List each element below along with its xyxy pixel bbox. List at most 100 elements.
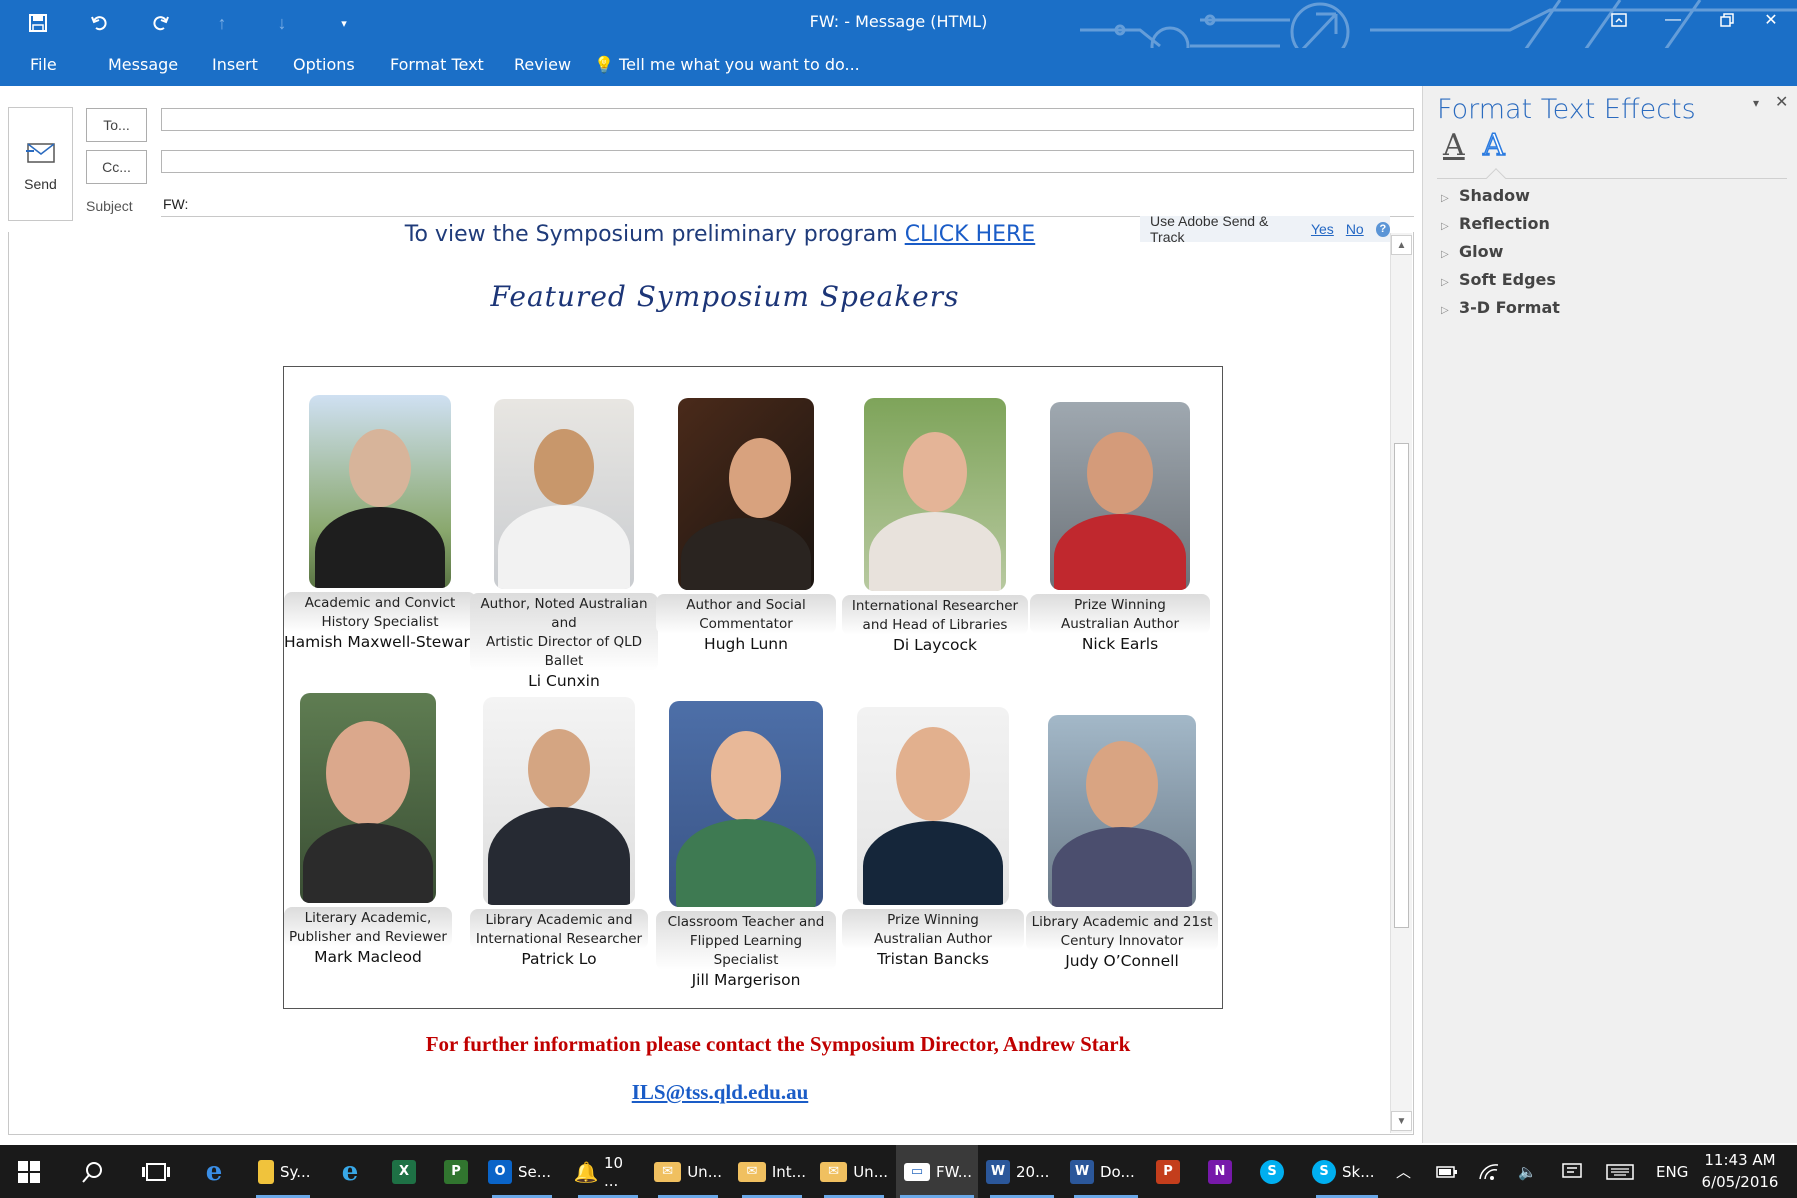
taskbar-item-label: Sk... xyxy=(1342,1162,1375,1181)
speaker-caption: Classroom Teacher and Flipped Learning Sp… xyxy=(656,911,836,970)
taskbar-item-mail-2[interactable]: ✉ Int... xyxy=(738,1145,806,1198)
mail-envelope-icon: ✉ xyxy=(654,1161,682,1182)
onenote-icon[interactable]: N xyxy=(1208,1145,1238,1198)
section-shadow[interactable]: ▷ Shadow xyxy=(1441,186,1530,205)
section-glow[interactable]: ▷ Glow xyxy=(1441,242,1503,261)
taskbar-item-word-2[interactable]: W Do... xyxy=(1070,1145,1142,1198)
format-text-effects-pane: Format Text Effects ▾ ✕ A A ▷ Shadow ▷ Ref… xyxy=(1422,86,1797,1143)
tab-file[interactable]: File xyxy=(30,55,57,74)
caption-line: Author and Social xyxy=(686,597,806,613)
tell-me-search[interactable]: 💡 Tell me what you want to do... xyxy=(594,55,860,74)
close-icon[interactable]: ✕ xyxy=(1744,0,1797,40)
speaker-caption: Library Academic and International Resear… xyxy=(470,909,648,949)
speaker-torso xyxy=(1054,514,1186,590)
subject-input[interactable]: FW: xyxy=(163,196,188,212)
taskbar-item-reminder[interactable]: 🔔 10 ... xyxy=(574,1145,642,1198)
adobe-send-track-label: Use Adobe Send & Track xyxy=(1150,213,1269,245)
tab-message[interactable]: Message xyxy=(108,55,178,74)
speaker-head xyxy=(349,429,411,507)
scroll-thumb[interactable] xyxy=(1394,443,1409,928)
excel-icon[interactable]: X xyxy=(392,1145,422,1198)
adobe-no-link[interactable]: No xyxy=(1346,221,1364,237)
message-window-icon: ▭ xyxy=(904,1162,930,1181)
minimize-icon[interactable]: — xyxy=(1646,0,1700,40)
text-fill-outline-icon[interactable]: A xyxy=(1443,128,1465,163)
scroll-up-icon[interactable]: ▲ xyxy=(1391,235,1412,255)
speaker-photo xyxy=(483,697,635,905)
clock[interactable]: 11:43 AM 6/05/2016 xyxy=(1690,1149,1790,1193)
speaker-caption: Author, Noted Australian and Artistic Dir… xyxy=(470,593,658,671)
caption-line: Academic and Convict xyxy=(304,595,456,611)
tab-format-text[interactable]: Format Text xyxy=(390,55,484,74)
internet-explorer-icon[interactable]: e xyxy=(338,1145,368,1198)
section-label: Soft Edges xyxy=(1459,270,1556,289)
speakers-grid: Academic and Convict History Specialist H… xyxy=(283,366,1223,1009)
speaker-photo xyxy=(857,707,1009,905)
search-icon[interactable] xyxy=(82,1145,104,1198)
section-reflection[interactable]: ▷ Reflection xyxy=(1441,214,1550,233)
speaker-torso xyxy=(863,821,1003,905)
powerpoint-icon[interactable]: P xyxy=(1156,1145,1186,1198)
caption-line: Australian Author xyxy=(873,931,992,947)
ribbon-display-icon[interactable] xyxy=(1592,0,1646,40)
mail-envelope-icon: ✉ xyxy=(820,1161,848,1182)
taskbar-item-message-window[interactable]: ▭ FW... xyxy=(896,1145,978,1198)
edge-icon[interactable]: e xyxy=(202,1145,232,1198)
show-hidden-icons-icon[interactable]: ︿ xyxy=(1396,1145,1411,1198)
wifi-icon[interactable] xyxy=(1478,1145,1500,1198)
section-3d-format[interactable]: ▷ 3-D Format xyxy=(1441,298,1560,317)
taskbar-item-label: 10 ... xyxy=(604,1153,624,1190)
pane-close-icon[interactable]: ✕ xyxy=(1775,92,1788,112)
volume-icon[interactable]: 🔈 xyxy=(1518,1145,1537,1198)
task-view-icon[interactable] xyxy=(142,1145,170,1198)
cc-input[interactable] xyxy=(161,150,1414,173)
caption-line: International Researcher xyxy=(851,598,1019,614)
project-icon[interactable]: P xyxy=(444,1145,474,1198)
speaker-name: Nick Earls xyxy=(1081,635,1159,653)
skype-icon[interactable]: S xyxy=(1260,1145,1290,1198)
pane-title: Format Text Effects xyxy=(1437,94,1696,125)
taskbar-item-mail-3[interactable]: ✉ Un... xyxy=(820,1145,888,1198)
to-button[interactable]: To... xyxy=(86,108,147,142)
action-center-icon[interactable] xyxy=(1562,1145,1582,1198)
click-here-link[interactable]: CLICK HERE xyxy=(905,222,1036,247)
text-effects-icon[interactable]: A xyxy=(1482,127,1505,164)
speaker-photo xyxy=(864,398,1006,591)
help-icon[interactable]: ? xyxy=(1375,221,1390,237)
speaker-name: Patrick Lo xyxy=(521,950,597,968)
taskbar-item-file-explorer[interactable]: Sy... xyxy=(252,1145,314,1198)
send-button[interactable]: Send xyxy=(8,107,73,221)
section-soft-edges[interactable]: ▷ Soft Edges xyxy=(1441,270,1556,289)
speaker-card: Library Academic and International Resear… xyxy=(470,697,648,969)
start-windows-icon[interactable] xyxy=(18,1145,40,1198)
section-label: Reflection xyxy=(1459,214,1550,233)
contact-text: For further information please contact t… xyxy=(425,1032,1131,1056)
speaker-name: Mark Macleod xyxy=(314,948,422,966)
email-link[interactable]: ILS@tss.qld.edu.au xyxy=(0,1080,1440,1105)
caption-line: and Head of Libraries xyxy=(862,617,1008,633)
taskbar-item-mail-1[interactable]: ✉ Un... xyxy=(654,1145,722,1198)
message-scrollbar[interactable]: ▲ ▼ xyxy=(1390,233,1412,1133)
taskbar-item-outlook[interactable]: O Se... xyxy=(488,1145,556,1198)
scroll-down-icon[interactable]: ▼ xyxy=(1391,1111,1412,1131)
to-input[interactable] xyxy=(161,108,1414,131)
speaker-name: Hamish Maxwell-Stewart xyxy=(284,633,476,651)
cc-button[interactable]: Cc... xyxy=(86,150,147,184)
tab-insert[interactable]: Insert xyxy=(212,55,258,74)
battery-icon[interactable] xyxy=(1436,1145,1458,1198)
speaker-photo xyxy=(309,395,451,588)
pane-options-icon[interactable]: ▾ xyxy=(1753,96,1759,110)
tab-options[interactable]: Options xyxy=(293,55,355,74)
taskbar-item-word-1[interactable]: W 20... xyxy=(986,1145,1058,1198)
speaker-card: Library Academic and 21st Century Innovat… xyxy=(1026,715,1218,971)
taskbar-item-skype-business[interactable]: S Sk... xyxy=(1312,1145,1382,1198)
skype-icon: S xyxy=(1312,1159,1336,1184)
language-indicator[interactable]: ENG xyxy=(1656,1145,1688,1198)
expand-triangle-icon: ▷ xyxy=(1441,221,1449,232)
speaker-head xyxy=(1086,741,1158,829)
speaker-caption: Prize Winning Australian Author xyxy=(842,909,1024,949)
adobe-yes-link[interactable]: Yes xyxy=(1311,221,1334,237)
keyboard-icon[interactable] xyxy=(1606,1145,1634,1198)
caption-line: Prize Winning xyxy=(887,912,979,928)
tab-review[interactable]: Review xyxy=(514,55,571,74)
